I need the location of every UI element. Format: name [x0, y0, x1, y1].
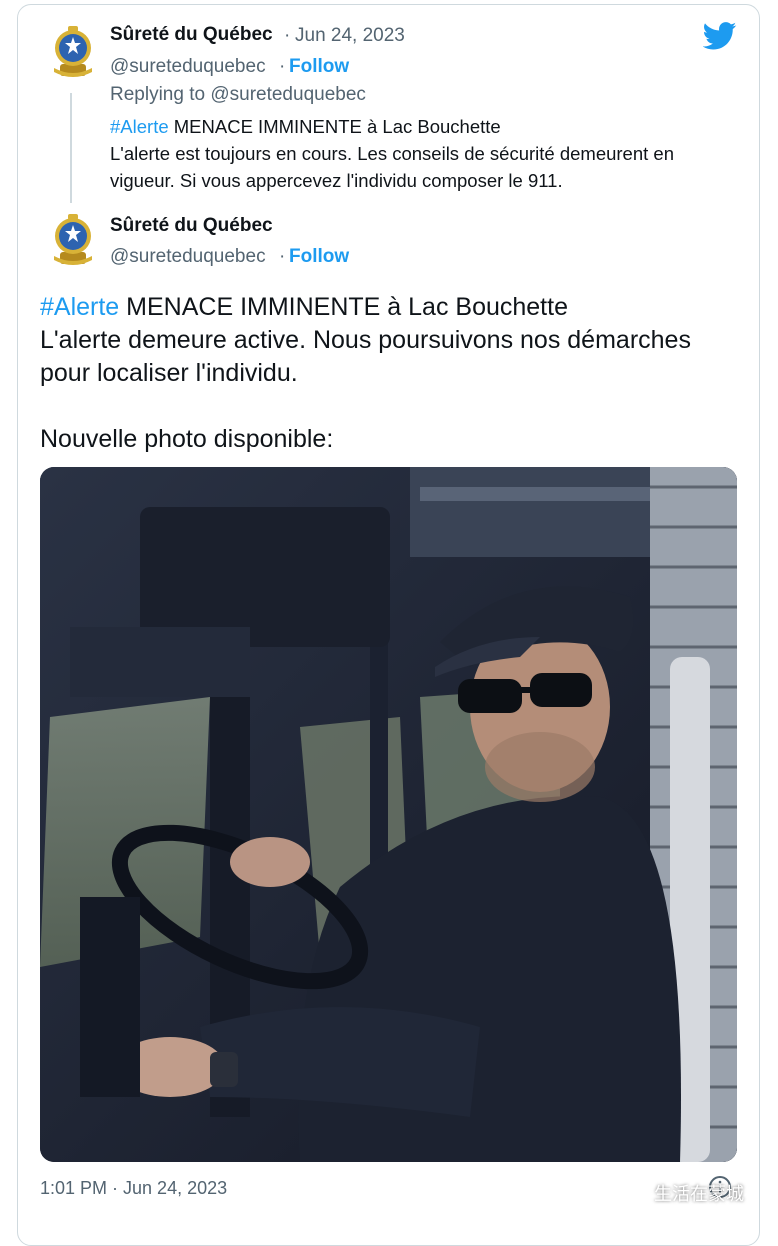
quoted-handle[interactable]: @sureteduquebec — [110, 56, 266, 78]
wechat-icon — [620, 1182, 648, 1204]
quoted-hashtag-link[interactable]: #Alerte — [110, 116, 169, 137]
police-badge-logo — [54, 214, 92, 265]
suspect-photo-illustration — [40, 467, 737, 1162]
quoted-body-line-1: L'alerte est toujours en cours. Les cons… — [110, 143, 674, 164]
main-author-name[interactable]: Sûreté du Québec — [110, 215, 273, 237]
watermark-text: 生活在蒙城 — [654, 1184, 744, 1205]
main-headline-text: MENACE IMMINENTE à Lac Bouchette — [119, 293, 568, 321]
quoted-follow-separator: · — [279, 56, 286, 77]
quoted-headline-text: MENACE IMMINENTE à Lac Bouchette — [168, 116, 501, 137]
main-headline: #Alerte MENACE IMMINENTE à Lac Bouchette — [40, 291, 750, 324]
main-handle[interactable]: @sureteduquebec — [110, 246, 266, 268]
quoted-date[interactable]: Jun 24, 2023 — [295, 25, 405, 47]
tweet-photo[interactable] — [40, 467, 737, 1162]
quoted-author-name[interactable]: Sûreté du Québec — [110, 24, 273, 46]
quoted-tweet-text: #Alerte MENACE IMMINENTE à Lac Bouchette… — [110, 113, 740, 194]
main-follow-button[interactable]: Follow — [289, 246, 349, 268]
main-follow-separator: · — [279, 246, 286, 267]
quoted-date-separator: · — [284, 25, 291, 46]
police-badge-logo — [54, 26, 92, 77]
main-body-line-1: L'alerte demeure active. Nous poursuivon… — [40, 326, 691, 354]
main-hashtag-link[interactable]: #Alerte — [40, 293, 119, 321]
quoted-headline: #Alerte MENACE IMMINENTE à Lac Bouchette — [110, 113, 740, 140]
twitter-bird-icon[interactable] — [703, 22, 737, 50]
main-body-line-3: Nouvelle photo disponible: — [40, 425, 334, 453]
thread-connector-line — [70, 93, 72, 203]
main-body-line-2: pour localiser l'individu. — [40, 359, 298, 387]
replying-to-label[interactable]: Replying to @sureteduquebec — [110, 84, 366, 106]
main-tweet-timestamp[interactable]: 1:01 PM · Jun 24, 2023 — [40, 1178, 227, 1199]
watermark: 生活在蒙城 — [620, 1180, 744, 1206]
quoted-body-line-2: vigueur. Si vous appercevez l'individu c… — [110, 170, 563, 191]
quoted-follow-button[interactable]: Follow — [289, 56, 349, 78]
main-tweet-text: #Alerte MENACE IMMINENTE à Lac Bouchette… — [40, 291, 750, 456]
